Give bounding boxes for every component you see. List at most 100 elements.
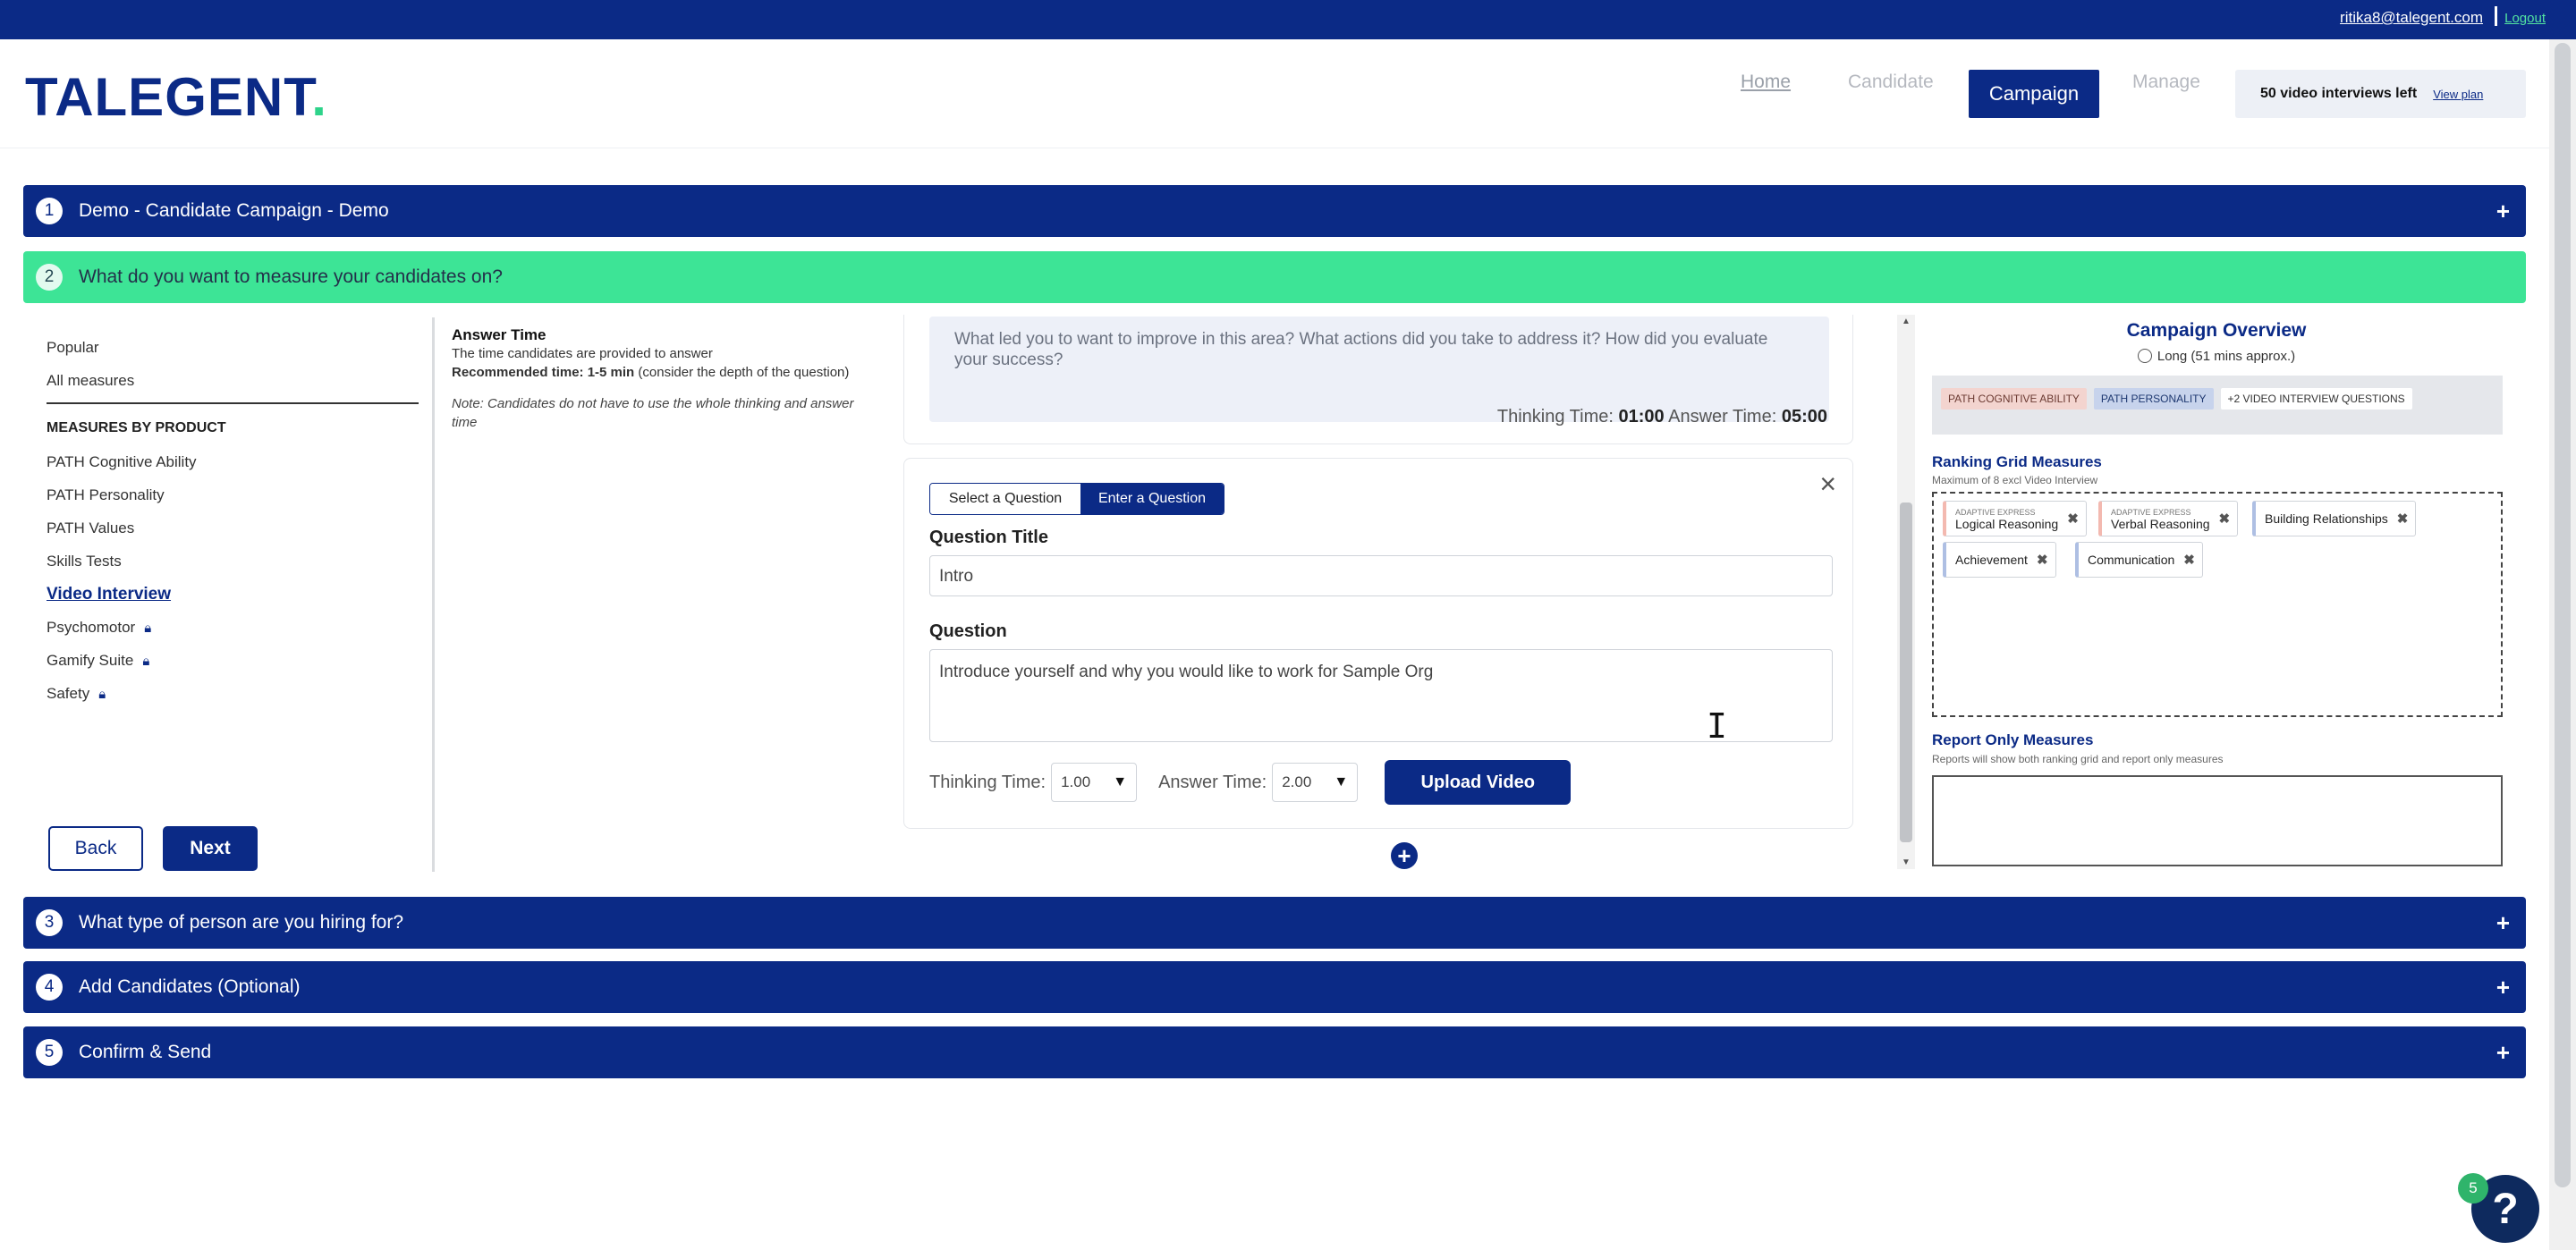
remove-icon[interactable]: ✖ [2183, 552, 2195, 568]
remove-icon[interactable]: ✖ [2037, 552, 2048, 568]
sidebar-item-path-personality[interactable]: PATH Personality [47, 478, 422, 511]
question-mode-toggle: Select a Question Enter a Question [929, 483, 1224, 515]
grid-tag-verbal-reasoning[interactable]: ADAPTIVE EXPRESS Verbal Reasoning ✖ [2098, 501, 2239, 536]
question-textarea[interactable]: Introduce yourself and why you would lik… [929, 649, 1833, 742]
content-scrollbar[interactable]: ▲ ▼ [1897, 315, 1915, 869]
info-recommended: Recommended time: 1-5 min (consider the … [452, 363, 854, 382]
question-times: Thinking Time: 01:00 Answer Time: 05:00 [1497, 407, 1827, 427]
answer-time-select[interactable]: 2.00 ▼ [1272, 763, 1359, 802]
expand-icon[interactable]: + [2496, 974, 2510, 1001]
question-title-label: Question Title [929, 528, 1048, 547]
section-1-title: Demo - Candidate Campaign - Demo [79, 200, 389, 221]
remove-icon[interactable]: ✖ [2397, 511, 2409, 527]
section-1-bar[interactable]: 1 Demo - Candidate Campaign - Demo + [23, 185, 2526, 237]
question-title-input[interactable]: Intro [929, 555, 1833, 596]
section-2-bar[interactable]: 2 What do you want to measure your candi… [23, 251, 2526, 303]
remove-icon[interactable]: ✖ [2219, 511, 2231, 527]
nav-manage[interactable]: Manage [2132, 72, 2200, 93]
grid-tag-communication[interactable]: Communication ✖ [2075, 542, 2203, 578]
info-title: Answer Time [452, 326, 547, 343]
info-note: Note: Candidates do not have to use the … [452, 396, 854, 430]
sidebar-item-safety[interactable]: Safety 🔒︎ [47, 677, 422, 710]
add-question-icon[interactable]: + [1391, 842, 1418, 869]
scroll-up-icon[interactable]: ▲ [1902, 317, 1911, 326]
section-2-number: 2 [36, 264, 63, 291]
section-4-bar[interactable]: 4 Add Candidates (Optional) + [23, 961, 2526, 1013]
plan-remaining: 50 video interviews left [2260, 86, 2418, 101]
remove-icon[interactable]: ✖ [2067, 511, 2079, 527]
tag-label: Building Relationships [2265, 511, 2388, 526]
expand-icon[interactable]: + [2496, 1039, 2510, 1067]
section-3-bar[interactable]: 3 What type of person are you hiring for… [23, 897, 2526, 949]
section-5-bar[interactable]: 5 Confirm & Send + [23, 1026, 2526, 1078]
report-subtitle: Reports will show both ranking grid and … [1932, 753, 2224, 765]
overview-title: Campaign Overview [2126, 320, 2307, 341]
sidebar-item-skills-tests[interactable]: Skills Tests [47, 545, 422, 578]
nav-home[interactable]: Home [1741, 72, 1791, 93]
grid-tag-achievement[interactable]: Achievement ✖ [1943, 542, 2056, 578]
tab-select-question[interactable]: Select a Question [930, 484, 1080, 514]
next-button[interactable]: Next [163, 826, 258, 871]
info-line: The time candidates are provided to answ… [452, 346, 713, 361]
sidebar-item-label: Gamify Suite [47, 652, 134, 669]
section-3-number: 3 [36, 909, 63, 936]
page-scrollbar[interactable] [2549, 39, 2576, 1250]
question-text: What led you to want to improve in this … [954, 330, 1768, 369]
top-separator [2495, 6, 2497, 26]
logout-link[interactable]: Logout [2504, 11, 2546, 26]
nav-campaign[interactable]: Campaign [1969, 70, 2099, 118]
header: TALEGENT. Home Candidate Campaign Manage… [0, 39, 2549, 148]
tab-enter-question[interactable]: Enter a Question [1080, 484, 1224, 514]
nav-candidate[interactable]: Candidate [1848, 72, 1934, 93]
page-scroll-thumb[interactable] [2555, 43, 2571, 1187]
talegent-logo[interactable]: TALEGENT. [25, 66, 327, 128]
thinking-label: Thinking Time: [1496, 407, 1614, 427]
close-icon[interactable]: × [1819, 468, 1836, 501]
sidebar-item-label: Psychomotor [47, 619, 136, 636]
answer-time-value: 2.00 [1282, 773, 1312, 790]
section-2-title: What do you want to measure your candida… [79, 266, 503, 287]
ranking-grid[interactable]: ADAPTIVE EXPRESS Logical Reasoning ✖ ADAPT… [1932, 492, 2503, 717]
sidebar-item-all-measures[interactable]: All measures [47, 364, 422, 397]
sidebar-item-video-interview[interactable]: Video Interview [47, 578, 422, 611]
scroll-down-icon[interactable]: ▼ [1902, 857, 1911, 867]
lock-icon: 🔒︎ [142, 654, 150, 669]
section-5-title: Confirm & Send [79, 1042, 212, 1062]
sidebar-item-popular[interactable]: Popular [47, 331, 422, 364]
sidebar-item-psychomotor[interactable]: Psychomotor 🔒︎ [47, 611, 422, 644]
answer-time-label: Answer Time: [1158, 772, 1267, 792]
tag-label: Verbal Reasoning [2111, 517, 2210, 531]
question-card: What led you to want to improve in this … [903, 315, 1853, 444]
content-scroll-thumb[interactable] [1900, 503, 1912, 842]
answer-value: 05:00 [1781, 407, 1827, 427]
dropdown-arrow-icon: ▼ [1334, 774, 1349, 790]
sidebar-item-path-cognitive[interactable]: PATH Cognitive Ability [47, 445, 422, 478]
tag-text: ADAPTIVE EXPRESS Logical Reasoning [1955, 507, 2058, 530]
ranking-title: Ranking Grid Measures [1932, 453, 2102, 470]
grid-tag-building-relationships[interactable]: Building Relationships ✖ [2252, 501, 2417, 536]
section-1-number: 1 [36, 198, 63, 224]
upload-video-button[interactable]: Upload Video [1385, 760, 1572, 805]
user-email-link[interactable]: ritika8@talegent.com [2340, 9, 2483, 27]
report-only-area[interactable] [1932, 775, 2503, 866]
sidebar-heading: MEASURES BY PRODUCT [47, 420, 226, 435]
sidebar-item-gamify-suite[interactable]: Gamify Suite 🔒︎ [47, 644, 422, 677]
question-editor: × Select a Question Enter a Question Que… [903, 458, 1853, 829]
back-button[interactable]: Back [48, 826, 143, 871]
section-4-title: Add Candidates (Optional) [79, 976, 301, 997]
answer-label: Answer Time: [1668, 407, 1777, 427]
clock-icon [2137, 349, 2152, 363]
section-3-title: What type of person are you hiring for? [79, 912, 404, 933]
grid-tag-logical-reasoning[interactable]: ADAPTIVE EXPRESS Logical Reasoning ✖ [1943, 501, 2087, 536]
lock-icon: 🔒︎ [144, 621, 152, 636]
duration-text: Long (51 mins approx.) [2157, 349, 2296, 364]
section-5-number: 5 [36, 1039, 63, 1066]
expand-icon[interactable]: + [2496, 198, 2510, 225]
expand-icon[interactable]: + [2496, 909, 2510, 937]
ranking-subtitle: Maximum of 8 excl Video Interview [1932, 474, 2098, 486]
thinking-time-select[interactable]: 1.00 ▼ [1051, 763, 1138, 802]
sidebar-item-path-values[interactable]: PATH Values [47, 511, 422, 545]
overview-duration: Long (51 mins approx.) [1930, 349, 2503, 364]
chip-video: +2 VIDEO INTERVIEW QUESTIONS [2220, 388, 2412, 410]
view-plan-link[interactable]: View plan [2433, 88, 2483, 101]
